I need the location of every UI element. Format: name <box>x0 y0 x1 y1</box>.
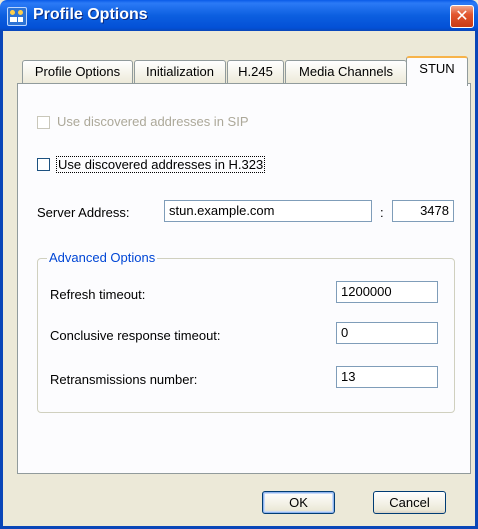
close-button[interactable]: ✕ <box>450 5 474 28</box>
app-icon <box>7 7 27 26</box>
port-input[interactable]: 3478 <box>392 200 454 222</box>
tab-media-channels[interactable]: Media Channels <box>285 60 407 84</box>
refresh-timeout-input[interactable]: 1200000 <box>336 281 438 303</box>
conclusive-timeout-input[interactable]: 0 <box>336 322 438 344</box>
cancel-button[interactable]: Cancel <box>373 491 446 514</box>
advanced-options-title: Advanced Options <box>47 250 158 265</box>
tab-h245[interactable]: H.245 <box>227 60 284 84</box>
close-icon: ✕ <box>455 6 469 25</box>
tab-initialization[interactable]: Initialization <box>134 60 226 84</box>
conclusive-timeout-label: Conclusive response timeout: <box>50 328 221 343</box>
title-bar[interactable]: Profile Options ✕ <box>0 0 478 31</box>
h323-checkbox-label: Use discovered addresses in H.323 <box>56 156 266 173</box>
window-title: Profile Options <box>33 6 148 23</box>
tab-profile-options[interactable]: Profile Options <box>22 60 133 84</box>
ok-button[interactable]: OK <box>262 491 335 514</box>
server-address-input[interactable]: stun.example.com <box>164 200 372 222</box>
port-separator: : <box>380 205 384 220</box>
retransmissions-input[interactable]: 13 <box>336 366 438 388</box>
sip-checkbox-label: Use discovered addresses in SIP <box>57 114 249 129</box>
sip-checkbox[interactable] <box>37 116 50 129</box>
h323-checkbox[interactable] <box>37 158 50 171</box>
refresh-timeout-label: Refresh timeout: <box>50 287 146 302</box>
retransmissions-label: Retransmissions number: <box>50 372 198 387</box>
tab-stun[interactable]: STUN <box>406 56 468 86</box>
server-address-label: Server Address: <box>37 205 130 220</box>
